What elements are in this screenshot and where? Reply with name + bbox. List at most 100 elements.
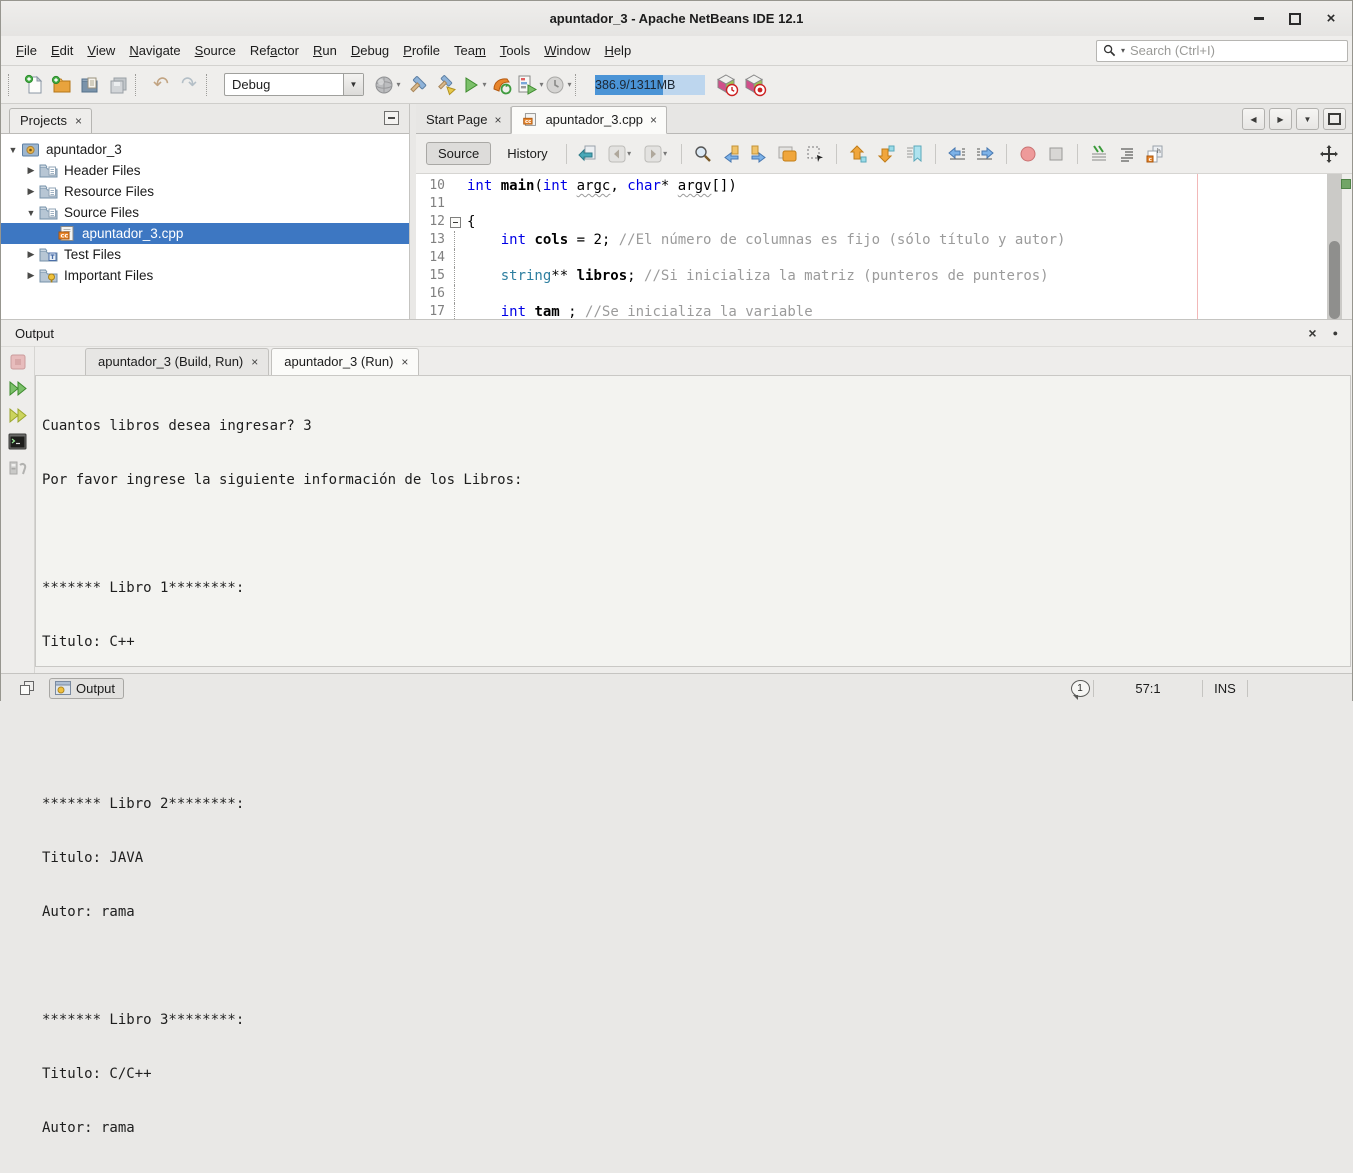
minimize-panel-button[interactable] [384, 111, 399, 125]
toggle-highlight-button[interactable] [774, 141, 800, 167]
menu-window[interactable]: Window [537, 39, 597, 62]
tab-list-button[interactable]: ▼ [1296, 108, 1319, 130]
tree-item-apuntador-cpp[interactable]: cc apuntador_3.cpp [1, 223, 409, 244]
services-button[interactable]: ▾ [370, 71, 404, 99]
output-settings-icon[interactable] [8, 458, 27, 476]
close-icon[interactable]: × [650, 114, 657, 126]
debug-project-button[interactable] [488, 71, 516, 99]
chevron-right-icon[interactable]: ▶ [25, 186, 37, 197]
terminal-icon[interactable] [8, 433, 27, 450]
fold-collapse-icon[interactable] [450, 217, 461, 228]
configuration-select[interactable]: Debug ▼ [224, 73, 364, 96]
menu-refactor[interactable]: Refactor [243, 39, 306, 62]
code-line[interactable]: 13 int cols = 2; //El número de columnas… [416, 231, 1318, 249]
minimize-output-button[interactable]: ● [1333, 329, 1338, 338]
rectangular-selection-button[interactable] [802, 141, 828, 167]
tree-item-header-files[interactable]: ▶ Header Files [1, 160, 409, 181]
toggle-bookmark-button[interactable] [901, 141, 927, 167]
profile-project-button[interactable]: ▾ [516, 71, 544, 99]
menu-source[interactable]: Source [188, 39, 243, 62]
code-line[interactable]: 10int main(int argc, char* argv[]) [416, 177, 1318, 195]
close-button[interactable]: × [1320, 8, 1342, 30]
start-macro-recording-button[interactable] [1015, 141, 1041, 167]
find-selection-button[interactable] [690, 141, 716, 167]
new-file-button[interactable] [20, 71, 48, 99]
go-to-header-source-button[interactable]: hc [1142, 141, 1168, 167]
menu-view[interactable]: View [80, 39, 122, 62]
quick-search[interactable]: ▾ Search (Ctrl+I) [1096, 40, 1348, 62]
last-edit-location-button[interactable] [575, 141, 601, 167]
editor-vertical-scrollbar[interactable] [1327, 174, 1342, 319]
scroll-tabs-left-button[interactable]: ◀ [1242, 108, 1265, 130]
menu-team[interactable]: Team [447, 39, 493, 62]
stop-run-icon[interactable] [9, 353, 27, 371]
output-window-button[interactable]: Output [49, 678, 124, 699]
clean-build-project-button[interactable] [432, 71, 460, 99]
chevron-down-icon[interactable]: ▼ [25, 208, 37, 218]
rerun-icon[interactable] [8, 379, 28, 398]
close-icon[interactable]: × [494, 114, 501, 126]
uncomment-button[interactable] [1114, 141, 1140, 167]
back-button[interactable]: ▾ [603, 141, 637, 167]
menu-run[interactable]: Run [306, 39, 344, 62]
tree-item-test-files[interactable]: ▶ Test Files [1, 244, 409, 265]
profiler-snapshot-button[interactable]: ▾ [544, 71, 572, 99]
tree-item-resource-files[interactable]: ▶ Resource Files [1, 181, 409, 202]
scrollbar-thumb[interactable] [1329, 241, 1340, 319]
maximize-button[interactable] [1284, 8, 1306, 30]
code-line[interactable]: 12{ [416, 213, 1318, 231]
menu-tools[interactable]: Tools [493, 39, 537, 62]
previous-bookmark-button[interactable] [845, 141, 871, 167]
shift-line-right-button[interactable] [972, 141, 998, 167]
code-editor[interactable]: 10int main(int argc, char* argv[]) 11 12… [416, 174, 1352, 319]
next-bookmark-button[interactable] [873, 141, 899, 167]
shift-line-left-button[interactable] [944, 141, 970, 167]
menu-debug[interactable]: Debug [344, 39, 396, 62]
scroll-tabs-right-button[interactable]: ▶ [1269, 108, 1292, 130]
minimize-button[interactable] [1248, 8, 1270, 30]
code-line[interactable]: 11 [416, 195, 1318, 213]
code-line[interactable]: 14 [416, 249, 1318, 267]
menu-edit[interactable]: Edit [44, 39, 80, 62]
close-icon[interactable]: × [251, 356, 258, 368]
run-project-button[interactable]: ▾ [460, 71, 488, 99]
rerun-with-changes-icon[interactable] [8, 406, 28, 425]
profile-point-clock-button[interactable] [713, 71, 741, 99]
insert-mode-indicator[interactable]: INS [1203, 681, 1247, 696]
tab-start-page[interactable]: Start Page × [416, 107, 511, 133]
tab-build-run[interactable]: apuntador_3 (Build, Run) × [85, 348, 269, 375]
tree-item-project[interactable]: ▼ apuntador_3 [1, 139, 409, 160]
menu-navigate[interactable]: Navigate [122, 39, 187, 62]
notifications-button[interactable]: 1 [1067, 680, 1093, 697]
stop-macro-recording-button[interactable] [1043, 141, 1069, 167]
tab-apuntador-cpp[interactable]: cc apuntador_3.cpp × [511, 106, 667, 134]
profile-point-record-button[interactable] [741, 71, 769, 99]
build-project-button[interactable] [404, 71, 432, 99]
open-project-button[interactable] [76, 71, 104, 99]
close-icon[interactable]: × [401, 356, 408, 368]
maximize-editor-button[interactable] [1323, 108, 1346, 130]
split-document-button[interactable] [1316, 141, 1342, 167]
source-view-button[interactable]: Source [426, 142, 491, 165]
history-view-button[interactable]: History [497, 143, 557, 164]
menu-help[interactable]: Help [597, 39, 638, 62]
comment-button[interactable] [1086, 141, 1112, 167]
output-console[interactable]: Cuantos libros desea ingresar? 3 Por fav… [35, 375, 1351, 667]
menu-file[interactable]: File [9, 39, 44, 62]
redo-button[interactable]: ↷ [175, 71, 203, 99]
chevron-right-icon[interactable]: ▶ [25, 165, 37, 176]
tab-projects[interactable]: Projects × [9, 108, 92, 133]
tab-run[interactable]: apuntador_3 (Run) × [271, 348, 419, 375]
chevron-down-icon[interactable]: ▼ [7, 145, 19, 155]
save-all-button[interactable] [104, 71, 132, 99]
tree-item-source-files[interactable]: ▼ Source Files [1, 202, 409, 223]
find-previous-button[interactable] [718, 141, 744, 167]
close-output-button[interactable]: × [1308, 326, 1316, 340]
tree-item-important-files[interactable]: ▶ Important Files [1, 265, 409, 286]
code-line[interactable]: 17 int tam ; //Se inicializa la variable [416, 303, 1318, 319]
find-next-button[interactable] [746, 141, 772, 167]
chevron-right-icon[interactable]: ▶ [25, 270, 37, 281]
new-project-button[interactable] [48, 71, 76, 99]
menu-profile[interactable]: Profile [396, 39, 447, 62]
chevron-right-icon[interactable]: ▶ [25, 249, 37, 260]
